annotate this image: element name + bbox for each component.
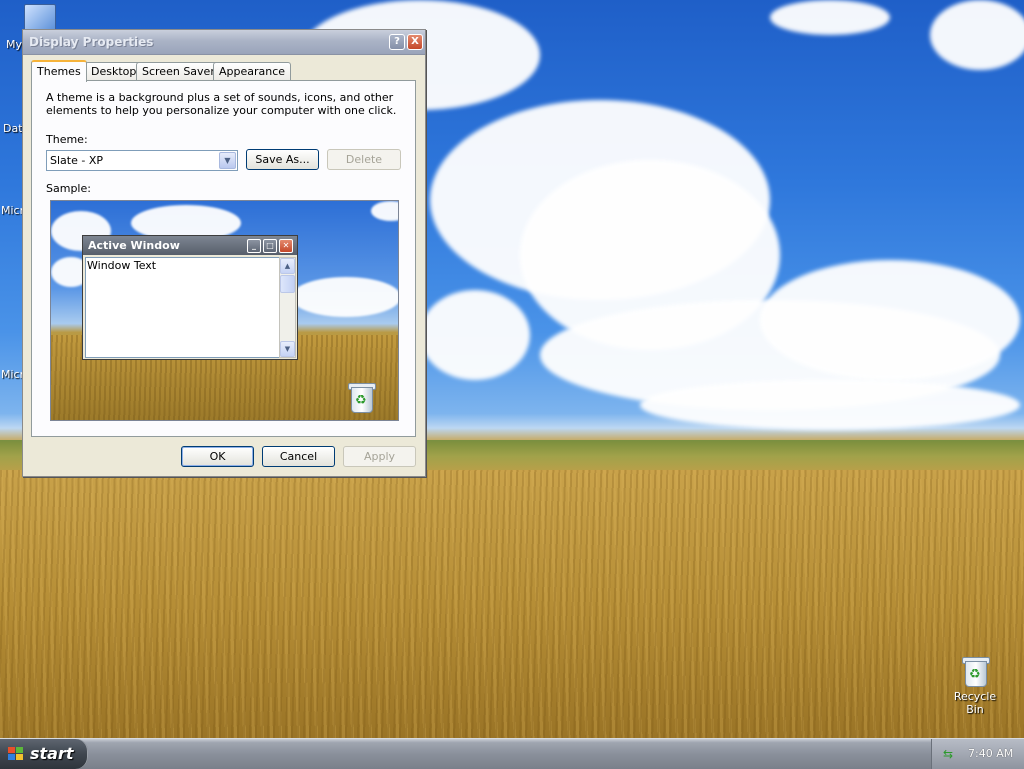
cloud	[640, 380, 1020, 430]
close-button[interactable]: X	[407, 34, 423, 50]
themes-panel: A theme is a background plus a set of so…	[31, 80, 416, 437]
display-properties-dialog: Display Properties ? X Themes Desktop Sc…	[22, 29, 426, 477]
theme-sample-preview: Active Window _ □ ✕ Window Text ▲ ▼ ♻	[50, 200, 399, 421]
network-icon[interactable]: ⇆	[943, 747, 953, 761]
cancel-button[interactable]: Cancel	[262, 446, 335, 467]
tab-themes[interactable]: Themes	[31, 60, 87, 82]
taskbar: start ⇆ 7:40 AM	[0, 738, 1024, 769]
cloud	[291, 277, 398, 317]
desktop-icon-label[interactable]: My	[6, 38, 22, 51]
system-tray: ⇆ 7:40 AM	[931, 739, 1024, 769]
clock[interactable]: 7:40 AM	[968, 747, 1013, 760]
sample-window-title: Active Window	[88, 239, 180, 252]
tab-desktop[interactable]: Desktop	[85, 62, 143, 80]
sample-window-body: Window Text	[85, 257, 281, 358]
theme-select-value: Slate - XP	[50, 154, 103, 167]
windows-logo-icon	[8, 747, 24, 761]
recycle-bin-label: Recycle Bin	[953, 690, 997, 716]
sample-window-text: Window Text	[87, 259, 157, 272]
ok-button[interactable]: OK	[181, 446, 254, 467]
dialog-titlebar[interactable]: Display Properties ? X	[23, 30, 425, 55]
help-button[interactable]: ?	[389, 34, 405, 50]
cloud	[371, 201, 398, 221]
sample-recycle-bin-icon: ♻	[348, 382, 376, 413]
tab-screen-saver[interactable]: Screen Saver	[136, 62, 221, 80]
scroll-up-icon: ▲	[280, 258, 295, 274]
wheat-field	[0, 470, 1024, 738]
start-label: start	[30, 744, 74, 763]
my-computer-icon[interactable]	[24, 4, 56, 32]
sample-label: Sample:	[46, 182, 91, 195]
sample-scrollbar: ▲ ▼	[279, 257, 296, 358]
recycle-bin[interactable]: ♻ Recycle Bin	[944, 656, 1006, 716]
desktop-icon-label[interactable]: Dat	[3, 122, 23, 135]
delete-button[interactable]: Delete	[327, 149, 401, 170]
close-icon: ✕	[279, 239, 293, 253]
cloud	[930, 0, 1024, 70]
cloud	[760, 260, 1020, 380]
maximize-icon: □	[263, 239, 277, 253]
recycle-bin-icon: ♻	[962, 656, 990, 687]
cloud	[420, 290, 530, 380]
dialog-title: Display Properties	[29, 35, 154, 49]
save-as-button[interactable]: Save As...	[246, 149, 319, 170]
chevron-down-icon[interactable]: ▼	[219, 152, 236, 169]
start-button[interactable]: start	[0, 739, 88, 769]
cloud	[770, 0, 890, 35]
theme-label: Theme:	[46, 133, 88, 146]
tab-appearance[interactable]: Appearance	[213, 62, 292, 80]
theme-description: A theme is a background plus a set of so…	[46, 91, 397, 117]
minimize-icon: _	[247, 239, 261, 253]
sample-window-titlebar: Active Window _ □ ✕	[83, 236, 297, 255]
scroll-thumb	[280, 275, 295, 293]
apply-button[interactable]: Apply	[343, 446, 416, 467]
sample-active-window: Active Window _ □ ✕ Window Text ▲ ▼	[82, 235, 298, 360]
scroll-down-icon: ▼	[280, 341, 295, 357]
theme-select[interactable]: Slate - XP ▼	[46, 150, 238, 171]
